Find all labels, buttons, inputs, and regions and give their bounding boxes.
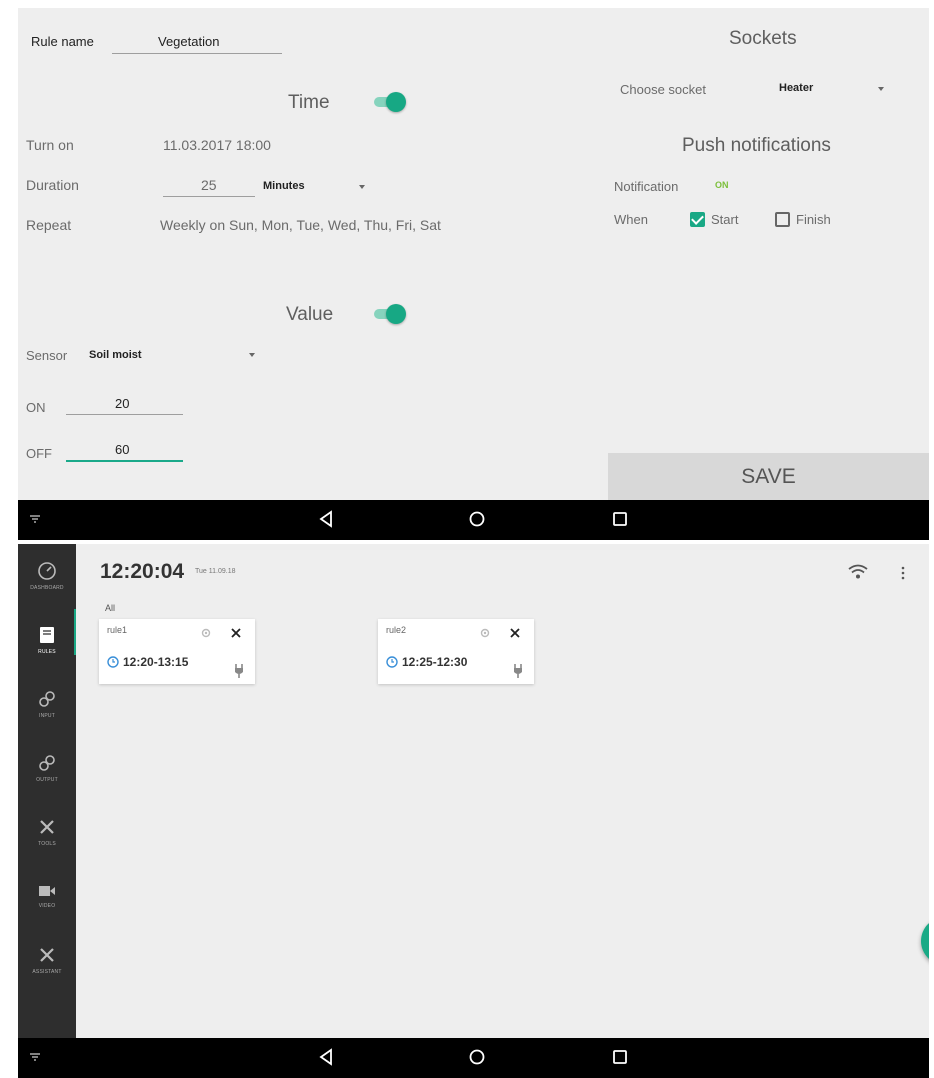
when-label: When bbox=[614, 212, 648, 227]
sidebar-item-label: DASHBOARD bbox=[30, 585, 64, 591]
sidebar-item-label: TOOLS bbox=[38, 841, 56, 847]
rule-card-name: rule1 bbox=[107, 625, 128, 635]
save-button[interactable]: SAVE bbox=[608, 453, 929, 500]
finish-label: Finish bbox=[796, 212, 831, 227]
sidebar-item-input[interactable]: INPUT bbox=[18, 672, 76, 736]
rule-card-name: rule2 bbox=[386, 625, 407, 635]
gauge-icon bbox=[38, 562, 56, 580]
time-toggle[interactable] bbox=[372, 92, 406, 112]
settings-icon[interactable] bbox=[200, 627, 212, 639]
back-icon[interactable] bbox=[318, 510, 334, 528]
duration-underline bbox=[163, 196, 255, 197]
finish-checkbox[interactable] bbox=[775, 212, 790, 227]
rule-editor-screen: Rule name Vegetation Time Turn on 11.03.… bbox=[18, 8, 929, 500]
off-value-underline bbox=[66, 460, 183, 462]
off-value-input[interactable]: 60 bbox=[115, 442, 129, 457]
sidebar-item-video[interactable]: VIDEO bbox=[18, 864, 76, 928]
sidebar-item-output[interactable]: OUTPUT bbox=[18, 736, 76, 800]
back-icon[interactable] bbox=[318, 1048, 334, 1066]
sidebar-item-assistant[interactable]: ASSISTANT bbox=[18, 928, 76, 992]
on-value-underline bbox=[66, 414, 183, 415]
on-label: ON bbox=[26, 400, 46, 415]
sidebar-item-rules[interactable]: RULES bbox=[18, 608, 76, 672]
turn-on-value[interactable]: 11.03.2017 18:00 bbox=[163, 137, 271, 153]
clock: 12:20:04 bbox=[100, 560, 185, 583]
link-icon bbox=[39, 691, 55, 707]
notification-label: Notification bbox=[614, 179, 679, 194]
sensor-select[interactable]: Soil moist bbox=[89, 349, 142, 361]
start-label: Start bbox=[711, 212, 739, 227]
sidebar-item-label: ASSISTANT bbox=[32, 969, 62, 975]
rule-card[interactable]: rule2 12:25-12:30 bbox=[378, 619, 534, 684]
socket-select[interactable]: Heater bbox=[779, 82, 813, 94]
clock-icon bbox=[386, 656, 398, 668]
plug-icon bbox=[514, 664, 522, 678]
home-icon[interactable] bbox=[468, 510, 486, 528]
close-icon[interactable] bbox=[509, 627, 521, 639]
home-icon[interactable] bbox=[468, 1048, 486, 1066]
chevron-down-icon[interactable] bbox=[878, 87, 884, 91]
value-section-title: Value bbox=[286, 304, 334, 325]
start-checkbox[interactable] bbox=[690, 212, 705, 227]
rule-name-label: Rule name bbox=[31, 34, 94, 49]
wifi-icon bbox=[848, 564, 868, 579]
repeat-label: Repeat bbox=[26, 217, 72, 233]
chevron-down-icon[interactable] bbox=[249, 353, 255, 357]
settings-icon[interactable] bbox=[479, 627, 491, 639]
date-label: Tue 11.09.18 bbox=[195, 568, 236, 575]
keyboard-hide-icon[interactable] bbox=[28, 1052, 42, 1062]
sidebar-item-label: RULES bbox=[38, 649, 56, 655]
chevron-down-icon[interactable] bbox=[359, 185, 365, 189]
rule-card[interactable]: rule1 12:20-13:15 bbox=[99, 619, 255, 684]
recents-icon[interactable] bbox=[612, 510, 628, 528]
sidebar-item-label: VIDEO bbox=[38, 903, 56, 909]
rule-name-input[interactable]: Vegetation bbox=[158, 34, 219, 49]
book-icon bbox=[40, 627, 54, 643]
link-icon bbox=[39, 755, 55, 771]
rule-card-time: 12:20-13:15 bbox=[123, 655, 189, 669]
recents-icon[interactable] bbox=[612, 1048, 628, 1066]
system-nav-bar bbox=[18, 500, 929, 540]
video-icon bbox=[39, 886, 55, 896]
dashboard-main: 12:20:04 Tue 11.09.18 All rule1 12:20-13… bbox=[76, 544, 929, 1038]
duration-label: Duration bbox=[26, 177, 79, 193]
sidebar: DASHBOARD RULES INPUT OUTPUT TOOLS VIDEO… bbox=[18, 544, 76, 1038]
choose-socket-label: Choose socket bbox=[620, 82, 706, 97]
clock-icon bbox=[107, 656, 119, 668]
plug-icon bbox=[235, 664, 243, 678]
sensor-label: Sensor bbox=[26, 348, 68, 363]
off-label: OFF bbox=[26, 446, 52, 461]
notification-status[interactable]: ON bbox=[715, 180, 729, 190]
duration-input[interactable]: 25 bbox=[201, 177, 217, 193]
rule-card-time: 12:25-12:30 bbox=[402, 655, 468, 669]
push-notifications-title: Push notifications bbox=[682, 135, 831, 156]
value-toggle[interactable] bbox=[372, 304, 406, 324]
rule-name-underline bbox=[112, 53, 282, 54]
sidebar-item-tools[interactable]: TOOLS bbox=[18, 800, 76, 864]
rules-dashboard-screen: DASHBOARD RULES INPUT OUTPUT TOOLS VIDEO… bbox=[18, 544, 929, 1038]
turn-on-label: Turn on bbox=[26, 137, 74, 153]
filter-all-tab[interactable]: All bbox=[105, 603, 115, 613]
sidebar-item-label: INPUT bbox=[39, 713, 55, 719]
repeat-value[interactable]: Weekly on Sun, Mon, Tue, Wed, Thu, Fri, … bbox=[160, 217, 441, 233]
add-rule-button[interactable]: + bbox=[921, 917, 929, 965]
on-value-input[interactable]: 20 bbox=[115, 396, 129, 411]
sockets-title: Sockets bbox=[729, 28, 797, 49]
system-nav-bar bbox=[18, 1038, 929, 1078]
duration-unit-select[interactable]: Minutes bbox=[263, 180, 305, 192]
tools-icon bbox=[40, 948, 54, 962]
more-vert-icon[interactable] bbox=[900, 566, 906, 580]
time-section-title: Time bbox=[288, 92, 330, 113]
sidebar-item-dashboard[interactable]: DASHBOARD bbox=[18, 544, 76, 608]
keyboard-hide-icon[interactable] bbox=[28, 514, 42, 524]
close-icon[interactable] bbox=[230, 627, 242, 639]
sidebar-item-label: OUTPUT bbox=[36, 777, 58, 783]
tools-icon bbox=[40, 820, 54, 834]
